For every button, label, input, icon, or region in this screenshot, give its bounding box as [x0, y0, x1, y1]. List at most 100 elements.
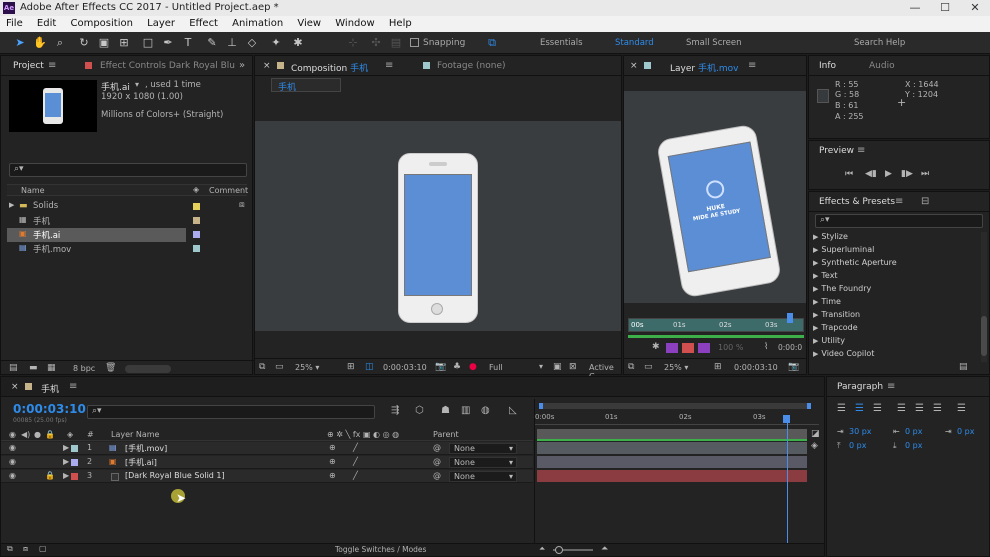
zoom-slider[interactable]	[553, 546, 593, 554]
tab-preview[interactable]: Preview	[819, 146, 854, 156]
playhead[interactable]	[787, 313, 793, 323]
effect-category[interactable]: ▶ Text	[813, 271, 838, 280]
playhead[interactable]	[783, 415, 790, 423]
eraser-tool-icon[interactable]: ◇	[244, 35, 260, 51]
zoom-out-icon[interactable]: ⏶	[539, 544, 545, 554]
effect-category[interactable]: ▶ Synthetic Aperture	[813, 258, 897, 267]
tab-layer[interactable]: Layer 手机.mov	[670, 61, 738, 74]
timeline-search-input[interactable]: ⌕▾	[87, 405, 375, 419]
project-item[interactable]: ▦ 手机	[1, 214, 252, 228]
toggle-switches-modes[interactable]: Toggle Switches / Modes	[335, 545, 426, 554]
time-ruler[interactable]: 0:00s 01s 02s 03s	[535, 413, 819, 425]
list-view-icon[interactable]: ⊟	[921, 196, 929, 207]
zoom-tool-icon[interactable]: ⌕	[52, 35, 68, 51]
effect-category[interactable]: ▶ The Foundry	[813, 284, 871, 293]
effects-search-input[interactable]: ⌕▾	[815, 214, 983, 228]
region-icon[interactable]: ◫	[365, 362, 374, 372]
align-left-icon[interactable]: ☰	[837, 403, 846, 414]
parent-dropdown[interactable]: None ▾	[449, 457, 517, 468]
snapshot-icon[interactable]: 📷	[435, 362, 446, 372]
workspace-essentials[interactable]: Essentials	[540, 38, 583, 48]
indent-first-value[interactable]: 0 px	[957, 427, 974, 436]
rotate-tool-icon[interactable]: ↻	[76, 35, 92, 51]
justify-left-icon[interactable]: ☰	[897, 403, 906, 414]
keyframe-nav-icon[interactable]: ◈	[811, 441, 818, 451]
effect-category[interactable]: ▶ Utility	[813, 336, 845, 345]
dropdown-arrow-icon[interactable]: ▾	[539, 362, 543, 371]
menu-help[interactable]: Help	[383, 16, 417, 29]
graph-editor-icon[interactable]: ◺	[509, 405, 517, 416]
camera-tool-icon[interactable]: ▣	[96, 35, 112, 51]
workspace-standard[interactable]: Standard	[615, 38, 654, 48]
effect-category[interactable]: ▶ Transition	[813, 310, 860, 319]
type-tool-icon[interactable]: T	[180, 35, 196, 51]
puppet-tool-icon[interactable]: ✱	[290, 35, 306, 51]
work-area[interactable]	[537, 429, 807, 439]
close-tab-icon[interactable]: ×	[263, 61, 271, 71]
new-preset-icon[interactable]: ▤	[959, 362, 968, 372]
expand-arrow-icon[interactable]: ▶	[63, 471, 69, 480]
tab-footage[interactable]: Footage (none)	[437, 61, 506, 71]
search-help-field[interactable]: Search Help	[854, 38, 905, 48]
panel-menu-icon[interactable]: ≡	[895, 196, 903, 207]
last-frame-icon[interactable]: ⏭	[921, 169, 929, 179]
ripple-insert-button[interactable]	[698, 343, 710, 353]
menu-edit[interactable]: Edit	[31, 16, 61, 29]
panel-overflow-icon[interactable]: »	[239, 60, 245, 71]
layer-label-color[interactable]	[71, 459, 78, 466]
time-navigator[interactable]	[539, 403, 811, 409]
zoom-dropdown[interactable]: 25% ▾	[295, 363, 319, 372]
expand-arrow-icon[interactable]: ▶	[63, 457, 69, 466]
justify-center-icon[interactable]: ☰	[915, 403, 924, 414]
timeline-layer-row[interactable]: ◉ ▶ 2 ▣ [手机.ai] ⊕ ╱ @ None ▾	[1, 456, 533, 469]
lock-icon[interactable]: 🔒	[45, 471, 55, 480]
tab-composition[interactable]: Composition 手机	[291, 61, 368, 74]
panel-menu-icon[interactable]: ≡	[887, 381, 895, 392]
zoom-dropdown[interactable]: 25% ▾	[664, 363, 688, 372]
eye-icon[interactable]: ◉	[9, 457, 16, 466]
menu-window[interactable]: Window	[329, 16, 379, 29]
maximize-button[interactable]: ☐	[930, 0, 960, 16]
close-tab-icon[interactable]: ×	[630, 61, 638, 71]
tab-info[interactable]: Info	[819, 61, 836, 71]
transparency-grid-icon[interactable]: ⊠	[569, 362, 577, 372]
col-layer-name[interactable]: Layer Name	[111, 430, 159, 439]
shy-switch-icon[interactable]: ⊕	[329, 443, 336, 452]
expand-arrow-icon[interactable]: ▶	[63, 443, 69, 452]
fit-icon[interactable]: ⊞	[714, 362, 722, 372]
snapshot-icon[interactable]: 📷	[788, 362, 799, 372]
tab-paragraph[interactable]: Paragraph	[837, 382, 883, 392]
layer-time-ruler[interactable]: 00s 01s 02s 03s	[628, 313, 804, 332]
region-of-interest-icon[interactable]: ▣	[553, 362, 562, 372]
justify-right-icon[interactable]: ☰	[933, 403, 942, 414]
layer-label-color[interactable]	[71, 473, 78, 480]
new-composition-icon[interactable]: ▦	[47, 363, 56, 373]
quality-switch-icon[interactable]: ╱	[353, 471, 358, 480]
work-area-bar[interactable]	[628, 335, 804, 338]
shy-switch-icon[interactable]: ⊕	[329, 457, 336, 466]
layer-label-color[interactable]	[71, 445, 78, 452]
tab-effects-presets[interactable]: Effects & Presets	[819, 197, 895, 207]
frame-blending-icon[interactable]: ▥	[461, 405, 470, 416]
minimize-button[interactable]: —	[900, 0, 930, 16]
timeline-layer-row[interactable]: ◉ ▶ 1 ▤ [手机.mov] ⊕ ╱ @ None ▾	[1, 442, 533, 455]
layer-timecode[interactable]: 0:00:03:10	[734, 363, 778, 372]
current-time-indicator[interactable]	[787, 423, 788, 543]
always-preview-icon[interactable]: ⧉	[628, 362, 634, 372]
dropdown-arrow-icon[interactable]: ▾	[135, 80, 139, 89]
puppet-pin-icon[interactable]: ✱	[652, 342, 660, 352]
tab-audio[interactable]: Audio	[869, 61, 895, 71]
menu-view[interactable]: View	[291, 16, 326, 29]
workspace-small-screen[interactable]: Small Screen	[686, 38, 742, 48]
scrollbar[interactable]	[125, 365, 171, 373]
layer-viewer[interactable]: HUKE MIDE AE STUDY	[624, 91, 806, 303]
selection-tool-icon[interactable]: ➤	[12, 35, 28, 51]
out-point-button[interactable]	[682, 343, 694, 353]
comp-button-icon[interactable]: ◪	[811, 429, 820, 439]
scrollbar[interactable]	[981, 232, 987, 362]
parent-dropdown[interactable]: None ▾	[449, 471, 517, 482]
menu-animation[interactable]: Animation	[226, 16, 288, 29]
effect-category[interactable]: ▶ Time	[813, 297, 841, 306]
comp-mini-flowchart-icon[interactable]: ⇶	[391, 405, 399, 416]
quality-switch-icon[interactable]: ╱	[353, 457, 358, 466]
